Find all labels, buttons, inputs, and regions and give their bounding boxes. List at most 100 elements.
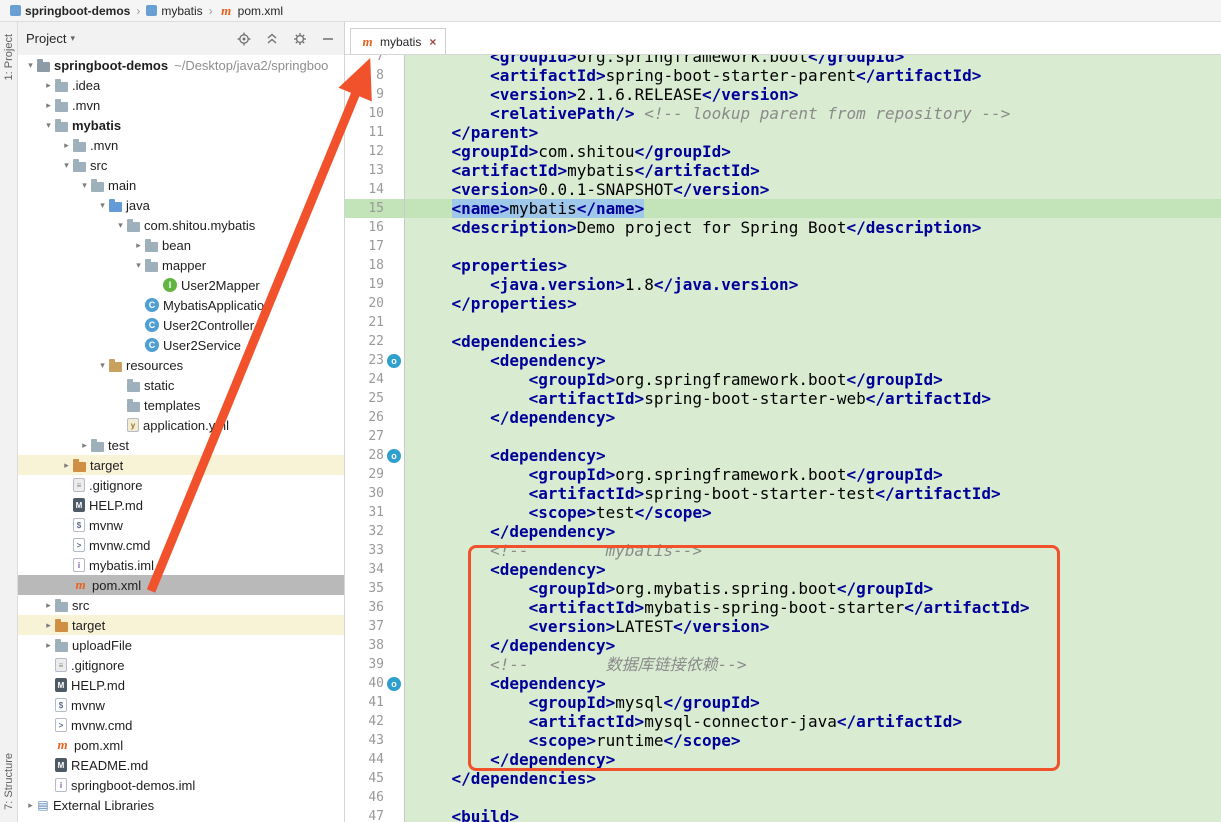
tree-row[interactable]: ▾ mapper xyxy=(18,255,344,275)
code-line[interactable]: <scope>runtime</scope> xyxy=(405,731,1221,750)
tree-row[interactable]: static xyxy=(18,375,344,395)
line-number[interactable]: 20 xyxy=(362,296,384,311)
code-line[interactable] xyxy=(405,237,1221,256)
tree-row[interactable]: I User2Mapper xyxy=(18,275,344,295)
tree-row[interactable]: y application.yml xyxy=(18,415,344,435)
dependency-gutter-icon[interactable]: o xyxy=(387,353,401,368)
tree-row[interactable]: ▾ springboot-demos ~/Desktop/java2/springb… xyxy=(18,55,344,75)
tree-toggle-icon[interactable]: ▸ xyxy=(42,640,55,651)
line-number[interactable]: 17 xyxy=(362,239,384,254)
code-line[interactable]: </properties> xyxy=(405,294,1221,313)
code-line[interactable]: <name>mybatis</name> xyxy=(405,199,1221,218)
tree-row[interactable]: C User2Service xyxy=(18,335,344,355)
code-line[interactable] xyxy=(405,427,1221,446)
tree-row[interactable]: ▸ target xyxy=(18,455,344,475)
line-number[interactable]: 30 xyxy=(362,486,384,501)
line-number[interactable]: 46 xyxy=(362,790,384,805)
line-number[interactable]: 43 xyxy=(362,733,384,748)
code-line[interactable]: <groupId>org.springframework.boot</group… xyxy=(405,55,1221,66)
code-line[interactable]: <relativePath/> <!-- lookup parent from … xyxy=(405,104,1221,123)
tree-toggle-icon[interactable]: ▾ xyxy=(114,220,127,231)
tree-toggle-icon[interactable]: ▸ xyxy=(24,800,37,811)
code-line[interactable]: <java.version>1.8</java.version> xyxy=(405,275,1221,294)
code-line[interactable]: <dependency> xyxy=(405,351,1221,370)
line-number[interactable]: 12 xyxy=(362,144,384,159)
tree-toggle-icon[interactable]: ▸ xyxy=(42,80,55,91)
tree-row[interactable]: ▸ .idea xyxy=(18,75,344,95)
code-line[interactable]: <dependency> xyxy=(405,674,1221,693)
line-number[interactable]: 47 xyxy=(362,809,384,822)
line-number[interactable]: 44 xyxy=(362,752,384,767)
line-number[interactable]: 32 xyxy=(362,524,384,539)
code-line[interactable]: <dependency> xyxy=(405,560,1221,579)
line-number[interactable]: 28 xyxy=(362,448,384,463)
code-line[interactable]: <groupId>org.mybatis.spring.boot</groupI… xyxy=(405,579,1221,598)
tree-row[interactable]: templates xyxy=(18,395,344,415)
line-number[interactable]: 36 xyxy=(362,600,384,615)
tree-toggle-icon[interactable]: ▸ xyxy=(60,460,73,471)
code-area[interactable]: <groupId>org.springframework.boot</group… xyxy=(405,55,1221,822)
tree-toggle-icon[interactable]: ▾ xyxy=(132,260,145,271)
code-line[interactable]: </parent> xyxy=(405,123,1221,142)
code-line[interactable]: <properties> xyxy=(405,256,1221,275)
tree-row[interactable]: ▸ test xyxy=(18,435,344,455)
line-number[interactable]: 33 xyxy=(362,543,384,558)
code-line[interactable] xyxy=(405,313,1221,332)
code-line[interactable] xyxy=(405,788,1221,807)
code-line[interactable]: <artifactId>mybatis</artifactId> xyxy=(405,161,1221,180)
close-icon[interactable]: × xyxy=(429,35,436,49)
dependency-gutter-icon[interactable]: o xyxy=(387,676,401,691)
code-line[interactable]: <version>LATEST</version> xyxy=(405,617,1221,636)
line-number[interactable]: 35 xyxy=(362,581,384,596)
tree-row[interactable]: m pom.xml xyxy=(18,575,344,595)
tree-row[interactable]: ≡ .gitignore xyxy=(18,475,344,495)
code-line[interactable]: </dependencies> xyxy=(405,769,1221,788)
line-number[interactable]: 45 xyxy=(362,771,384,786)
tree-row[interactable]: > mvnw.cmd xyxy=(18,715,344,735)
tree-row[interactable]: ▸ .mvn xyxy=(18,135,344,155)
line-number[interactable]: 22 xyxy=(362,334,384,349)
tree-row[interactable]: i mybatis.iml xyxy=(18,555,344,575)
code-line[interactable]: <artifactId>spring-boot-starter-parent</… xyxy=(405,66,1221,85)
tree-row[interactable]: ≡ .gitignore xyxy=(18,655,344,675)
breadcrumb-item[interactable]: m pom.xml xyxy=(219,3,283,18)
line-number[interactable]: 15 xyxy=(362,201,384,216)
tree-row[interactable]: ▸ ▤ External Libraries xyxy=(18,795,344,815)
line-number[interactable]: 40 xyxy=(362,676,384,691)
code-line[interactable]: <groupId>org.springframework.boot</group… xyxy=(405,465,1221,484)
line-number[interactable]: 19 xyxy=(362,277,384,292)
code-line[interactable]: <groupId>mysql</groupId> xyxy=(405,693,1221,712)
tree-row[interactable]: ▾ java xyxy=(18,195,344,215)
tree-row[interactable]: i springboot-demos.iml xyxy=(18,775,344,795)
tool-window-button-project[interactable]: 1: Project xyxy=(3,34,15,80)
tree-toggle-icon[interactable]: ▾ xyxy=(78,180,91,191)
breadcrumb-item[interactable]: springboot-demos xyxy=(10,4,130,18)
line-number[interactable]: 39 xyxy=(362,657,384,672)
locate-icon[interactable] xyxy=(236,31,252,47)
tree-row[interactable]: C User2Controller xyxy=(18,315,344,335)
code-line[interactable]: <groupId>org.springframework.boot</group… xyxy=(405,370,1221,389)
tree-row[interactable]: ▾ mybatis xyxy=(18,115,344,135)
code-line[interactable]: </dependency> xyxy=(405,636,1221,655)
line-number[interactable]: 21 xyxy=(362,315,384,330)
code-line[interactable]: <!-- 数据库链接依赖--> xyxy=(405,655,1221,674)
line-number[interactable]: 23 xyxy=(362,353,384,368)
line-number[interactable]: 24 xyxy=(362,372,384,387)
tree-toggle-icon[interactable]: ▾ xyxy=(24,60,37,71)
tree-toggle-icon[interactable]: ▾ xyxy=(96,200,109,211)
code-line[interactable]: <artifactId>spring-boot-starter-web</art… xyxy=(405,389,1221,408)
tree-toggle-icon[interactable]: ▾ xyxy=(96,360,109,371)
code-line[interactable]: <dependency> xyxy=(405,446,1221,465)
tree-toggle-icon[interactable]: ▸ xyxy=(42,620,55,631)
code-line[interactable]: <!-- mybatis--> xyxy=(405,541,1221,560)
tree-toggle-icon[interactable]: ▸ xyxy=(132,240,145,251)
tool-window-button-structure[interactable]: 7: Structure xyxy=(3,753,15,810)
tree-row[interactable]: M HELP.md xyxy=(18,495,344,515)
hide-panel-icon[interactable] xyxy=(320,31,336,47)
line-number[interactable]: 9 xyxy=(362,87,384,102)
line-number[interactable]: 41 xyxy=(362,695,384,710)
tree-row[interactable]: C MybatisApplication xyxy=(18,295,344,315)
tree-row[interactable]: $ mvnw xyxy=(18,695,344,715)
tree-row[interactable]: ▸ target xyxy=(18,615,344,635)
code-line[interactable]: <artifactId>spring-boot-starter-test</ar… xyxy=(405,484,1221,503)
